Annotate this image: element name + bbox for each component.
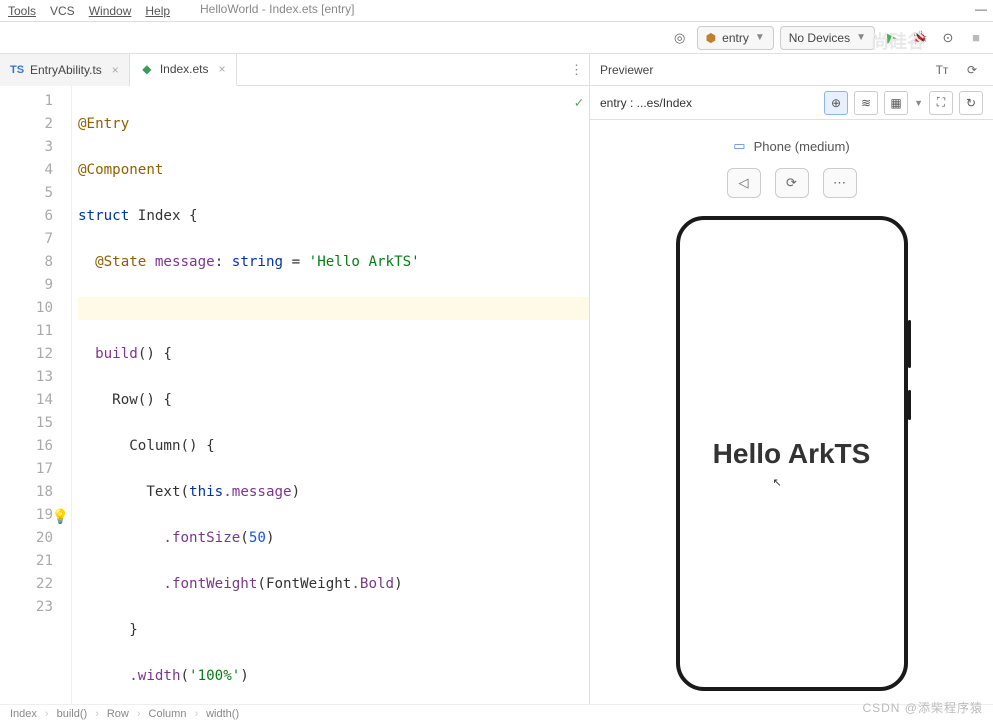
grid-icon[interactable]: ▦	[884, 91, 908, 115]
back-button[interactable]: ◁	[727, 168, 761, 198]
chevron-down-icon: ▼	[856, 32, 866, 43]
menu-bar: Tools VCS Window Help HelloWorld - Index…	[0, 0, 993, 22]
watermark: CSDN @添柴程序猿	[862, 699, 983, 716]
gutter: 1 2 3 4 5 6 7 8 9 10 11 12 13 14 15 16 1…	[0, 86, 72, 704]
minimize-icon[interactable]: —	[975, 2, 987, 16]
close-icon[interactable]: ×	[219, 62, 226, 76]
device-label: ▭ Phone (medium)	[733, 138, 849, 154]
menu-tools[interactable]: Tools	[8, 4, 36, 18]
editor-pane: TS EntryAbility.ts × ◆ Index.ets × ⋮ ✓ 1…	[0, 54, 590, 704]
cursor-icon: ↖	[773, 476, 782, 489]
tab-label: Index.ets	[160, 62, 209, 76]
phone-icon: ▭	[733, 138, 745, 154]
phone-side-button	[908, 390, 911, 420]
target-icon[interactable]: ◎	[669, 27, 691, 49]
previewer-header: Previewer Tт ⟳	[590, 54, 993, 86]
text-tool-icon[interactable]: Tт	[931, 59, 953, 81]
lightbulb-icon[interactable]: 💡	[52, 506, 69, 529]
ets-file-icon: ◆	[140, 62, 154, 76]
rotate-button[interactable]: ⟳	[775, 168, 809, 198]
tab-entryability[interactable]: TS EntryAbility.ts ×	[0, 54, 130, 86]
reload-icon[interactable]: ↻	[959, 91, 983, 115]
breadcrumb: Index› build()› Row› Column› width()	[0, 704, 993, 722]
code-editor[interactable]: ✓ 1 2 3 4 5 6 7 8 9 10 11 12 13 14 15 16…	[0, 86, 589, 704]
preview-canvas: ▭ Phone (medium) ◁ ⟳ ⋯ Hello ArkTS ↖	[590, 120, 993, 704]
ts-file-icon: TS	[10, 63, 24, 77]
previewer-path: entry : ...es/Index	[600, 96, 692, 110]
module-selector[interactable]: ⬢ entry ▼	[697, 26, 774, 50]
breadcrumb-item[interactable]: build()	[57, 708, 88, 720]
chevron-down-icon: ▼	[755, 32, 765, 43]
refresh-icon[interactable]: ⟳	[961, 59, 983, 81]
chevron-down-icon[interactable]: ▼	[914, 98, 923, 108]
layers-icon[interactable]: ≋	[854, 91, 878, 115]
breadcrumb-item[interactable]: Column	[149, 708, 187, 720]
tab-more-icon[interactable]: ⋮	[570, 62, 583, 78]
editor-tabs: TS EntryAbility.ts × ◆ Index.ets × ⋮	[0, 54, 589, 86]
profile-icon[interactable]: ⊙	[937, 27, 959, 49]
menu-vcs[interactable]: VCS	[50, 4, 75, 18]
menu-window[interactable]: Window	[89, 4, 132, 18]
code-content[interactable]: @Entry @Component struct Index { @State …	[72, 86, 589, 704]
more-button[interactable]: ⋯	[823, 168, 857, 198]
previewer-pane: Previewer Tт ⟳ entry : ...es/Index ⊕ ≋ ▦…	[590, 54, 993, 704]
cube-icon: ⬢	[706, 31, 716, 45]
window-title: HelloWorld - Index.ets [entry]	[200, 2, 355, 16]
breadcrumb-item[interactable]: Index	[10, 708, 37, 720]
previewer-title: Previewer	[600, 63, 653, 77]
tab-label: EntryAbility.ts	[30, 63, 102, 77]
close-icon[interactable]: ×	[112, 63, 119, 77]
phone-side-button	[908, 320, 911, 368]
watermark-top: 尚硅谷	[871, 28, 925, 54]
menu-help[interactable]: Help	[145, 4, 170, 18]
module-label: entry	[722, 31, 749, 45]
device-label: No Devices	[789, 31, 850, 45]
expand-icon[interactable]: ⛶	[929, 91, 953, 115]
tab-index[interactable]: ◆ Index.ets ×	[130, 54, 237, 86]
device-toolbar: ◁ ⟳ ⋯	[727, 168, 857, 198]
toolbar: 尚硅谷 ◎ ⬢ entry ▼ No Devices ▼ ▶ 🐞 ⊙ ■	[0, 22, 993, 54]
breadcrumb-item[interactable]: Row	[107, 708, 129, 720]
inspect-icon[interactable]: ⊕	[824, 91, 848, 115]
phone-display-text: Hello ArkTS	[713, 438, 871, 470]
device-selector[interactable]: No Devices ▼	[780, 26, 875, 50]
phone-frame: Hello ArkTS ↖	[676, 216, 908, 691]
breadcrumb-item[interactable]: width()	[206, 708, 239, 720]
stop-icon[interactable]: ■	[965, 27, 987, 49]
previewer-subheader: entry : ...es/Index ⊕ ≋ ▦ ▼ ⛶ ↻	[590, 86, 993, 120]
